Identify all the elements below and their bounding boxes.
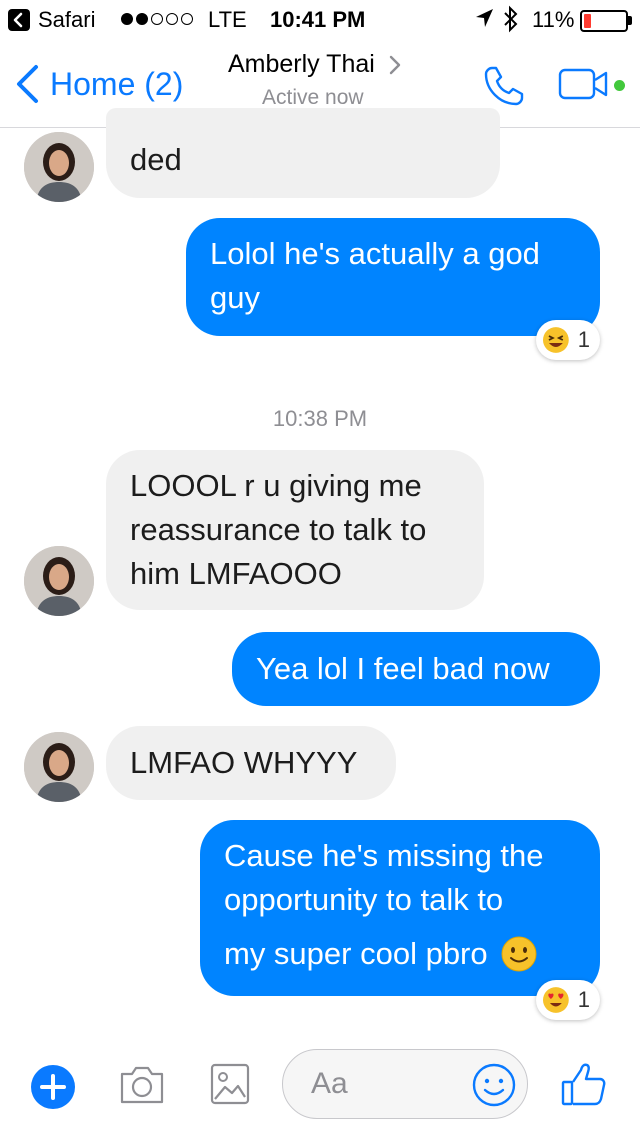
- message-reaction[interactable]: 1: [536, 320, 600, 360]
- incoming-message[interactable]: ded: [106, 108, 500, 198]
- chevron-right-icon: [389, 55, 401, 74]
- message-text: Lolol he's actually a god: [210, 236, 540, 271]
- reaction-count: 1: [577, 327, 590, 352]
- slightly-smiling-face-icon: [501, 936, 537, 972]
- battery-icon: [580, 10, 628, 32]
- incoming-message[interactable]: LMFAO WHYYY: [106, 726, 396, 800]
- outgoing-message[interactable]: Lolol he's actually a god guy: [186, 218, 600, 336]
- message-text: Cause he's missing the: [224, 838, 544, 873]
- status-time: 10:41 PM: [270, 7, 366, 32]
- emoji-icon[interactable]: [471, 1062, 517, 1113]
- photo-gallery-icon[interactable]: [210, 1062, 250, 1111]
- carrier-label: LTE: [208, 7, 247, 32]
- back-to-app-icon[interactable]: [8, 9, 30, 31]
- message-text: guy: [210, 280, 260, 315]
- message-line: my super cool pbro: [224, 932, 576, 976]
- bluetooth-icon: [502, 5, 520, 39]
- incoming-message[interactable]: LOOOL r u giving me reassurance to talk …: [106, 450, 484, 610]
- message-composer: Aa: [0, 1034, 640, 1136]
- heart-eyes-face-icon: [542, 987, 569, 1013]
- outgoing-message[interactable]: Cause he's missing the opportunity to ta…: [200, 820, 600, 996]
- contact-avatar[interactable]: [24, 132, 94, 202]
- grinning-squinting-face-icon: [542, 327, 569, 353]
- reaction-count: 1: [577, 987, 590, 1012]
- message-text: my super cool pbro: [224, 936, 488, 971]
- status-bar: Safari LTE 10:41 PM 11%: [0, 0, 640, 40]
- message-reaction[interactable]: 1: [536, 980, 600, 1020]
- location-arrow-icon: [473, 6, 495, 36]
- message-text: reassurance to talk to: [130, 512, 427, 547]
- message-text: LOOOL r u giving me: [130, 468, 422, 503]
- camera-icon[interactable]: [118, 1062, 166, 1111]
- battery-percent: 11%: [532, 7, 575, 32]
- message-input-placeholder: Aa: [311, 1067, 348, 1100]
- chevron-left-icon: [17, 65, 38, 103]
- contact-name: Amberly Thai: [228, 50, 375, 78]
- message-text: ded: [130, 142, 182, 177]
- thumbs-up-icon[interactable]: [560, 1060, 608, 1113]
- phone-call-icon[interactable]: [482, 64, 526, 113]
- contact-name-button[interactable]: Amberly Thai: [228, 50, 401, 79]
- plus-icon[interactable]: [30, 1064, 76, 1115]
- signal-strength-icon: [121, 13, 193, 27]
- message-timestamp: 10:38 PM: [272, 406, 368, 431]
- message-text: him LMFAOOO: [130, 556, 342, 591]
- back-button[interactable]: Home (2): [14, 62, 183, 106]
- battery-tip: [628, 16, 632, 25]
- message-input[interactable]: Aa: [282, 1049, 528, 1119]
- message-text: Yea lol I feel bad now: [256, 651, 550, 686]
- active-status-dot: [614, 80, 625, 91]
- back-app-label[interactable]: Safari: [38, 7, 95, 33]
- contact-avatar[interactable]: [24, 732, 94, 802]
- message-text: opportunity to talk to: [224, 882, 504, 917]
- contact-status: Active now: [262, 86, 364, 109]
- message-text: LMFAO WHYYY: [130, 745, 358, 780]
- back-button-label: Home (2): [50, 65, 184, 102]
- contact-avatar[interactable]: [24, 546, 94, 616]
- video-call-icon[interactable]: [558, 68, 614, 105]
- outgoing-message[interactable]: Yea lol I feel bad now: [232, 632, 600, 706]
